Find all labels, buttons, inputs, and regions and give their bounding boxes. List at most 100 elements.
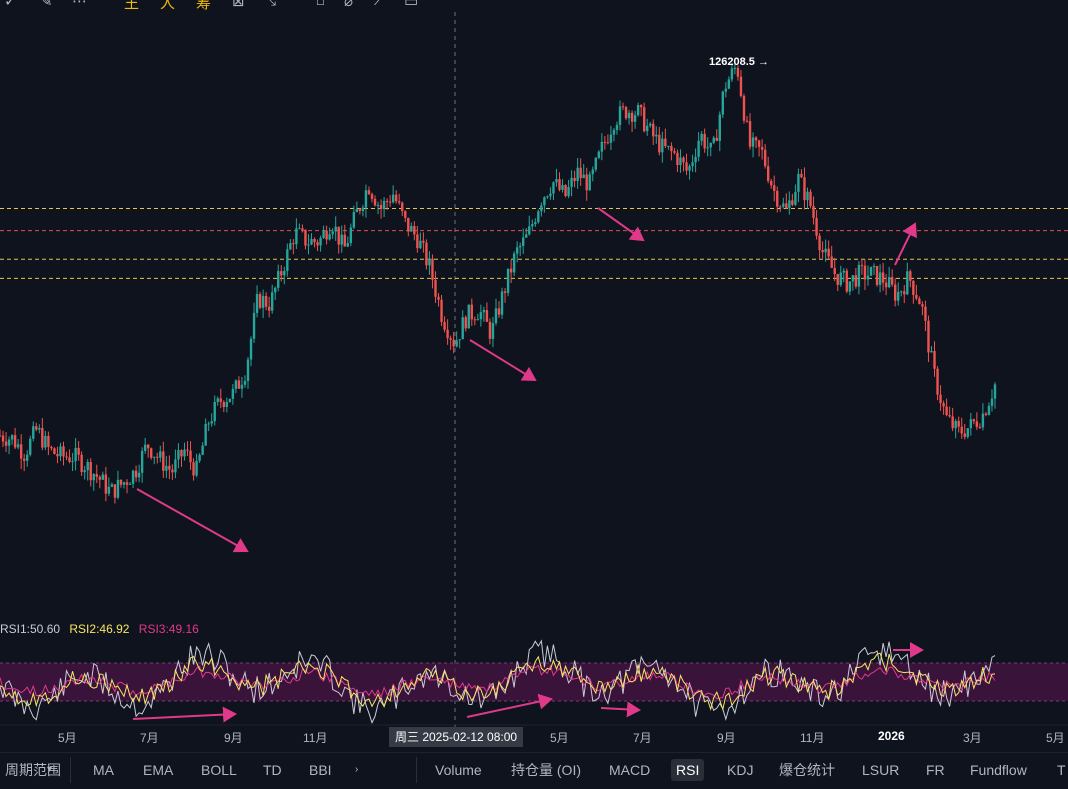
candle-body: [407, 217, 410, 232]
candle-body: [346, 243, 349, 247]
candle-body: [385, 200, 389, 202]
more-icon[interactable]: ⋯: [72, 0, 87, 10]
candle-body: [246, 359, 250, 381]
candle-body: [957, 420, 960, 427]
candle-body: [461, 317, 464, 340]
tab-indicator[interactable]: KDJ: [722, 759, 758, 781]
tab-indicator[interactable]: 持仓量 (OI): [506, 759, 586, 781]
candle-body: [364, 190, 368, 208]
tab-indicator[interactable]: LSUR: [857, 759, 904, 781]
candle-body: [824, 248, 827, 253]
measure-icon[interactable]: ⤡: [264, 0, 276, 9]
candle-body: [579, 167, 582, 179]
calc-icon[interactable]: ⊠: [232, 0, 245, 10]
candle-body: [437, 296, 440, 300]
candle-body: [960, 426, 963, 434]
candle-body: [688, 166, 691, 171]
candle-body: [860, 264, 864, 266]
candle-body: [59, 446, 62, 457]
candle-body: [806, 191, 809, 201]
candle-body: [972, 419, 976, 422]
candle-body: [4, 441, 8, 446]
candle-body: [851, 275, 855, 282]
tab-indicator[interactable]: RSI: [671, 759, 705, 781]
tab-indicator[interactable]: Volume: [430, 759, 487, 781]
candle-body: [101, 474, 105, 480]
candle-body: [310, 238, 313, 245]
candle-body: [476, 319, 480, 321]
tab-ema[interactable]: EMA: [138, 759, 178, 781]
candle-body: [615, 124, 619, 131]
candle-body: [337, 226, 340, 245]
text-tool-2[interactable]: 人: [160, 0, 175, 12]
tab-indicator[interactable]: 爆仓统计: [774, 759, 840, 781]
candle-body: [237, 380, 241, 389]
candle-body: [652, 123, 655, 137]
candle-body: [219, 398, 222, 402]
ruler-icon[interactable]: ⟋: [374, 0, 385, 9]
candle-body: [945, 406, 948, 416]
candle-body: [92, 474, 95, 481]
tab-boll[interactable]: BOLL: [196, 759, 242, 781]
candle-body: [213, 401, 216, 422]
tab-indicator[interactable]: T: [1052, 759, 1068, 781]
range-dropdown-icon[interactable]: ▾: [42, 759, 57, 781]
candle-body: [797, 173, 800, 192]
candle-body: [50, 446, 53, 449]
candle-body: [434, 279, 437, 297]
candle-body: [830, 256, 833, 268]
candle-body: [189, 450, 192, 463]
candle-body: [742, 96, 746, 121]
candle-body: [531, 224, 534, 227]
candle-body: [7, 439, 11, 446]
pencil-icon[interactable]: ✓: [4, 0, 17, 10]
eraser-icon[interactable]: ⌀: [344, 0, 353, 10]
text-tool-1[interactable]: 王: [124, 0, 139, 12]
candle-body: [543, 197, 546, 206]
text-tool-3[interactable]: 筹: [196, 0, 211, 12]
candle-body: [443, 321, 446, 330]
candle-body: [22, 458, 26, 461]
candle-body: [482, 310, 486, 313]
candle-body: [703, 133, 706, 149]
candle-body: [697, 140, 700, 157]
candle-body: [370, 194, 374, 199]
candle-body: [909, 271, 912, 281]
tab-ma[interactable]: MA: [88, 759, 119, 781]
candle-body: [887, 277, 891, 288]
candle-body: [261, 295, 265, 308]
candle-body: [153, 456, 156, 458]
tab-indicator[interactable]: Fundflow: [965, 759, 1032, 781]
trash-icon[interactable]: ▭: [404, 0, 418, 10]
tab-indicator[interactable]: MACD: [604, 759, 655, 781]
tab-bbi[interactable]: BBI: [304, 759, 337, 781]
candle-body: [491, 323, 495, 339]
candle-body: [458, 339, 461, 341]
candle-body: [942, 403, 945, 407]
candle-body: [204, 424, 207, 446]
candle-body: [292, 243, 295, 245]
candle-body: [915, 294, 918, 299]
candle-body: [718, 114, 721, 141]
candle-body: [449, 338, 452, 340]
candle-body: [506, 268, 510, 293]
candle-body: [355, 209, 359, 213]
candle-body: [975, 421, 979, 427]
candle-body: [26, 454, 29, 461]
candle-body: [379, 205, 383, 210]
x-tick-label: 5月: [58, 731, 77, 745]
candle-body: [906, 271, 909, 295]
candle-body: [724, 88, 728, 92]
candle-body: [207, 423, 210, 425]
price-chart[interactable]: [0, 12, 1068, 727]
candle-body: [951, 416, 954, 429]
tab-indicator[interactable]: FR: [921, 759, 950, 781]
scroll-icon[interactable]: ›: [350, 759, 363, 781]
magic-icon[interactable]: ✎: [40, 0, 53, 10]
candle-body: [77, 447, 80, 455]
candle-body: [667, 145, 670, 147]
tab-td[interactable]: TD: [258, 759, 287, 781]
magnet-icon[interactable]: ⌂: [316, 0, 325, 9]
candle-body: [425, 242, 428, 266]
candle-body: [630, 112, 634, 122]
